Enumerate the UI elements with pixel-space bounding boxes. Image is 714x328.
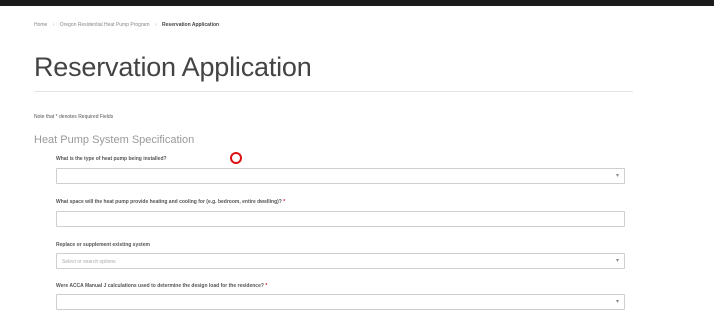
- chevron-down-icon: ▾: [615, 299, 619, 305]
- annotation-circle: [230, 152, 242, 164]
- heat-pump-type-label: What is the type of heat pump being inst…: [56, 156, 167, 162]
- top-bar: [0, 0, 714, 6]
- acca-manual-j-label: Were ACCA Manual J calculations used to …: [56, 283, 267, 289]
- field-label-text: Replace or supplement existing system: [56, 242, 150, 248]
- select-placeholder: Select or search options: [62, 259, 116, 265]
- field-label-text: Were ACCA Manual J calculations used to …: [56, 283, 264, 289]
- breadcrumb-home[interactable]: Home: [34, 22, 47, 28]
- heat-pump-type-select[interactable]: ▾: [56, 168, 625, 184]
- breadcrumb-program[interactable]: Oregon Residential Heat Pump Program: [60, 22, 150, 28]
- replace-supplement-label: Replace or supplement existing system: [56, 242, 150, 248]
- page-title: Reservation Application: [34, 52, 312, 82]
- required-fields-note: Note that * denotes Required Fields: [34, 114, 114, 120]
- section-heading: Heat Pump System Specification: [34, 134, 195, 146]
- title-divider: [34, 91, 633, 92]
- breadcrumb-separator: ›: [154, 22, 157, 28]
- breadcrumb-current: Reservation Application: [162, 22, 220, 28]
- breadcrumb: Home › Oregon Residential Heat Pump Prog…: [34, 22, 219, 28]
- acca-manual-j-select[interactable]: ▾: [56, 294, 625, 310]
- field-label-text: What space will the heat pump provide he…: [56, 199, 282, 205]
- required-marker: *: [283, 199, 286, 205]
- space-served-label: What space will the heat pump provide he…: [56, 199, 285, 205]
- required-marker: *: [265, 283, 268, 289]
- replace-supplement-select[interactable]: Select or search options ▾: [56, 253, 625, 269]
- chevron-down-icon: ▾: [615, 258, 619, 264]
- field-label-text: What is the type of heat pump being inst…: [56, 156, 167, 162]
- chevron-down-icon: ▾: [615, 173, 619, 179]
- breadcrumb-separator: ›: [52, 22, 55, 28]
- space-served-input[interactable]: [56, 211, 625, 227]
